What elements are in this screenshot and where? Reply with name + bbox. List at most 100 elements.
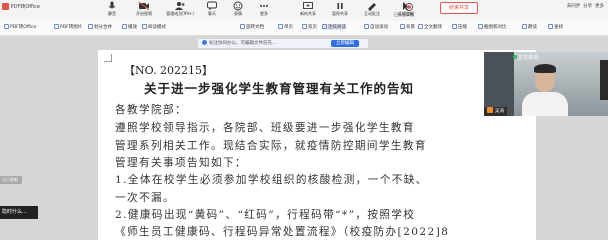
- wps-logo-icon: [2, 3, 9, 10]
- doc-line: 管理系列相关工作。现结合实际，就疫情防控期间学生教育: [115, 140, 427, 152]
- pause-share-label: 暂停共享: [332, 11, 348, 16]
- split-merge-icon: [88, 24, 93, 29]
- ribbon-find[interactable]: 查找: [548, 24, 563, 30]
- mute-button[interactable]: 静音: [96, 1, 128, 20]
- emoji-button[interactable]: 表情: [226, 1, 250, 20]
- doc-line: 《师生员工健康码、行程码异常处置流程》（校疫防办[2022]8: [115, 226, 450, 238]
- read-mode-icon: [142, 24, 147, 29]
- sync-status[interactable]: 未同步: [567, 4, 581, 9]
- pause-share-button[interactable]: 暂停共享: [324, 1, 356, 20]
- ribbon-label: 旋转文档: [246, 25, 264, 30]
- ribbon-pdf-to-image[interactable]: PDF转图片: [54, 24, 82, 30]
- chat-label: 聊天: [208, 11, 216, 16]
- members-button[interactable]: 管理成员(99+): [162, 1, 198, 20]
- ribbon-pdf-to-office[interactable]: PDF转Office: [4, 24, 36, 30]
- ribbon-label: 截图和对比: [484, 25, 507, 30]
- ribbon-read-aloud[interactable]: 朗读: [522, 24, 537, 30]
- ribbon-label: 播放: [128, 25, 137, 30]
- ribbon-screenshot[interactable]: 截图和对比: [478, 24, 507, 30]
- ribbon-label: 单页: [284, 25, 293, 30]
- doc-line: 各教学院部：: [115, 104, 187, 116]
- ribbon-read-mode[interactable]: 阅读模式: [142, 24, 166, 30]
- participant-hair: [534, 64, 556, 73]
- ribbon-translate[interactable]: 全文翻译: [418, 24, 442, 30]
- ribbon-double-page[interactable]: 双页: [302, 24, 317, 30]
- document-title: 关于进一步强化学生教育管理有关工作的告知: [144, 81, 415, 96]
- meeting-toolbar: PDF转Office 静音 开启视频 管理成员(99+) 聊天 表情 更多 新的…: [0, 0, 608, 21]
- ribbon-label: 自动滚动: [370, 25, 388, 30]
- participant-video[interactable]: 正在讲话： 吴涛: [484, 52, 608, 116]
- rotate-icon: [240, 24, 245, 29]
- annotate-label: 互动批注: [364, 11, 380, 16]
- ribbon-label: 连续阅读: [328, 25, 346, 30]
- ribbon-label: 查找: [554, 25, 563, 30]
- camera-icon: [138, 1, 150, 11]
- end-share-button[interactable]: 结束共享: [440, 2, 478, 14]
- chat-button[interactable]: 聊天: [200, 1, 224, 20]
- ribbon-play[interactable]: 播放: [122, 24, 137, 30]
- pause-share-icon: [337, 3, 343, 9]
- participant-name-tag: 吴涛: [484, 107, 507, 116]
- single-page-icon: [278, 24, 283, 29]
- video-side-panel: [600, 60, 608, 100]
- record-icon: [405, 3, 413, 11]
- ribbon-single-page[interactable]: 单页: [278, 24, 293, 30]
- more-label: 更多: [260, 11, 268, 16]
- ribbon-compress[interactable]: 压缩: [452, 24, 467, 30]
- app-head: PDF转Office: [2, 3, 40, 10]
- screenshot-icon: [478, 24, 483, 29]
- mute-label: 静音: [108, 11, 116, 16]
- new-share-icon: [303, 2, 313, 9]
- compress-icon: [452, 24, 457, 29]
- doc-line: 2.健康码出现“黄码”、“红码”，行程码带“*”，按照学校: [115, 209, 416, 221]
- video-button[interactable]: 开启视频: [128, 1, 160, 20]
- ribbon-label: 阅读模式: [148, 25, 166, 30]
- record-label: 已开启录制: [394, 12, 414, 17]
- ribbon-background[interactable]: 背景: [400, 24, 415, 30]
- ribbon-split-merge[interactable]: 划分合并: [88, 24, 112, 30]
- ribbon-label: 朗读: [528, 25, 537, 30]
- record-status: 已开启录制: [394, 12, 414, 18]
- more-button[interactable]: 更多: [252, 1, 276, 20]
- title-actions: 未同步 分享 更多: [567, 3, 604, 9]
- document-number: 【NO. 202215】: [124, 64, 213, 77]
- more-icon: [260, 5, 268, 7]
- info-icon: [202, 40, 207, 45]
- share-link[interactable]: 分享: [583, 4, 592, 9]
- ribbon-auto-scroll[interactable]: 自动滚动: [364, 24, 388, 30]
- new-share-button[interactable]: 新的共享: [292, 1, 324, 20]
- ribbon-label: 全文翻译: [424, 25, 442, 30]
- chat-icon: [207, 1, 217, 11]
- ribbon-continuous[interactable]: 连续阅读: [322, 24, 346, 30]
- double-page-icon: [302, 24, 307, 29]
- annotate-button[interactable]: 互动批注: [356, 1, 388, 20]
- video-label: 开启视频: [136, 11, 152, 16]
- emoji-label: 表情: [234, 11, 242, 16]
- side-tooltip[interactable]: 隐时什么…: [0, 206, 38, 219]
- speaking-text: 正在讲话：: [518, 55, 544, 61]
- find-icon: [548, 24, 553, 29]
- document-page: 【NO. 202215】 关于进一步强化学生教育管理有关工作的告知 各教学院部：…: [98, 50, 536, 240]
- read-aloud-icon: [522, 24, 527, 29]
- auto-scroll-icon: [364, 24, 369, 29]
- ribbon-toolbar: PDF转Office PDF转图片 划分合并 播放 阅读模式 旋转文档 单页 双…: [0, 21, 608, 36]
- speaking-dot-icon: [513, 55, 517, 59]
- play-icon: [122, 24, 127, 29]
- more-link[interactable]: 更多: [595, 4, 604, 9]
- ribbon-label: 压缩: [458, 25, 467, 30]
- continuous-icon: [322, 24, 327, 29]
- ribbon-rotate[interactable]: 旋转文档: [240, 24, 264, 30]
- pdf-image-icon: [54, 24, 59, 29]
- participant-name: 吴涛: [495, 109, 504, 114]
- members-icon: [175, 2, 185, 10]
- corner-mark: [104, 54, 112, 62]
- emoji-icon: [233, 1, 243, 11]
- ribbon-label: PDF转Office: [10, 25, 37, 30]
- doc-line: 一次不漏。: [115, 192, 175, 204]
- microphone-icon: [108, 1, 116, 9]
- host-badge-icon: [487, 107, 493, 113]
- edit-now-button[interactable]: 立即编辑: [331, 40, 359, 47]
- translate-icon: [418, 24, 423, 29]
- ribbon-label: 划分合并: [94, 25, 112, 30]
- annotate-icon: [368, 3, 376, 11]
